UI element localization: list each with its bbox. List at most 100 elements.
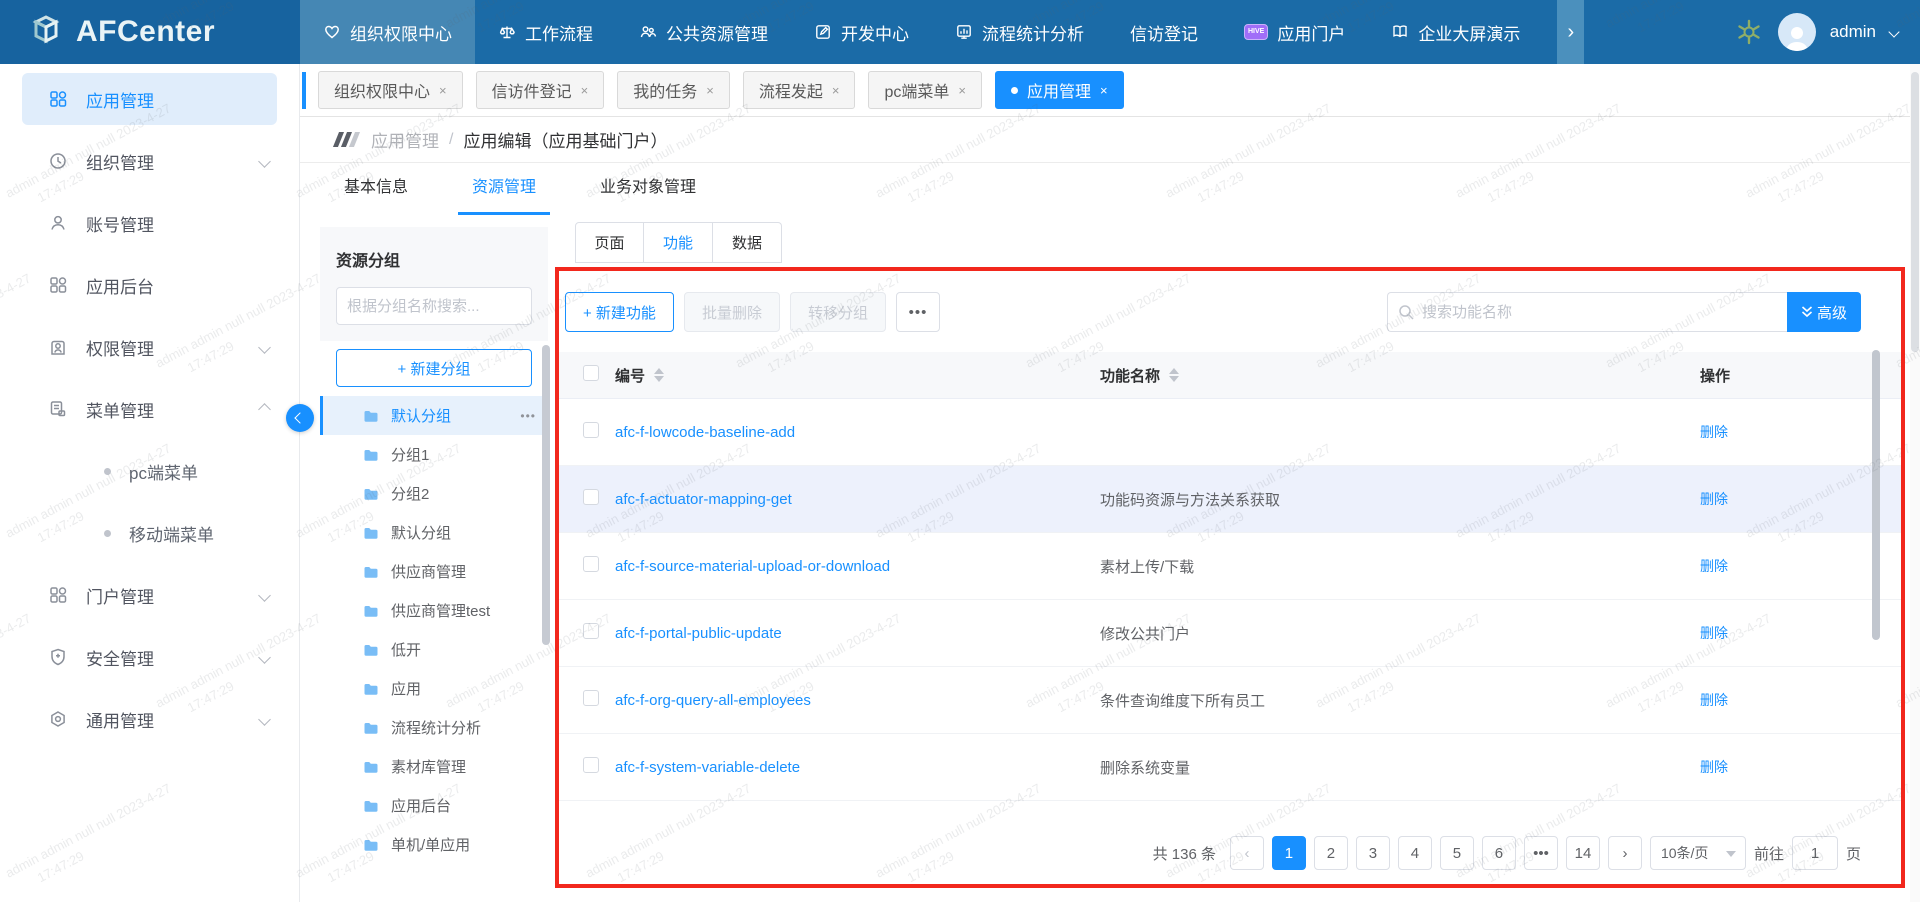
sidebar-item-org-management[interactable]: 组织管理 [0,135,299,187]
batch-delete-button[interactable]: 批量删除 [684,292,780,332]
tab-pc-menu[interactable]: pc端菜单× [868,71,982,109]
function-code-link[interactable]: afc-f-source-material-upload-or-download [615,558,890,575]
group-list-item[interactable]: 应用后台 ••• [320,786,548,825]
user-avatar[interactable] [1778,13,1816,51]
advanced-search-button[interactable]: 高级 [1787,292,1861,332]
delete-link[interactable]: 删除 [1700,625,1728,641]
sidebar-item-mobile-menu[interactable]: 移动端菜单 [0,507,299,559]
tab-pages[interactable]: 页面 [575,222,644,263]
page-number-button[interactable]: ••• [1524,836,1558,870]
row-checkbox[interactable] [583,757,599,773]
function-search-input[interactable] [1387,292,1787,332]
sidebar-collapse-button[interactable] [286,404,314,432]
sidebar-item-account-management[interactable]: 账号管理 [0,197,299,249]
tab-app-management-active[interactable]: 应用管理× [995,71,1124,109]
top-menu-workflow[interactable]: 工作流程 [475,0,616,64]
top-menu-app-portal[interactable]: HIVE 应用门户 [1221,0,1368,64]
close-icon[interactable]: × [581,83,589,98]
nav-expand-arrow[interactable]: › [1557,0,1584,64]
tab-data[interactable]: 数据 [713,222,782,263]
more-actions-button[interactable]: ••• [896,292,940,332]
group-list-item[interactable]: 分组1 ••• [320,435,548,474]
row-checkbox[interactable] [583,690,599,706]
group-list-item[interactable]: 默认分组 ••• [320,396,548,435]
function-code-link[interactable]: afc-f-lowcode-baseline-add [615,424,795,441]
top-menu-petition[interactable]: 信访登记 [1107,0,1221,64]
app-logo[interactable]: AFCenter [0,0,300,64]
function-code-link[interactable]: afc-f-system-variable-delete [615,759,800,776]
username-label[interactable]: admin [1830,22,1876,42]
group-list-item[interactable]: 供应商管理 ••• [320,552,548,591]
sidebar-item-permission-management[interactable]: 权限管理 [0,321,299,373]
next-page-button[interactable]: › [1608,836,1642,870]
sidebar-item-general-management[interactable]: 通用管理 [0,693,299,745]
new-function-button[interactable]: + 新建功能 [565,292,674,332]
new-group-button[interactable]: + 新建分组 [336,349,532,387]
group-list-item[interactable]: 素材库管理 ••• [320,747,548,786]
top-menu-big-screen[interactable]: 企业大屏演示 [1368,0,1543,64]
page-number-button[interactable]: 4 [1398,836,1432,870]
breadcrumb-section[interactable]: 应用管理 [371,127,439,152]
jump-page-input[interactable] [1792,836,1838,870]
group-list-item[interactable]: 分组2 ••• [320,474,548,513]
tab-functions[interactable]: 功能 [644,222,713,263]
close-icon[interactable]: × [439,83,447,98]
group-list-item[interactable]: 流程统计分析 ••• [320,708,548,747]
select-all-checkbox[interactable] [583,365,599,381]
close-icon[interactable]: × [958,83,966,98]
row-checkbox[interactable] [583,623,599,639]
transfer-group-button[interactable]: 转移分组 [790,292,886,332]
tab-org-permission[interactable]: 组织权限中心× [318,71,463,109]
prev-page-button[interactable]: ‹ [1230,836,1264,870]
table-scrollbar-thumb[interactable] [1872,350,1880,640]
group-list-item[interactable]: 默认分组 ••• [320,513,548,552]
close-icon[interactable]: × [832,83,840,98]
delete-link[interactable]: 删除 [1700,759,1728,775]
sort-icon[interactable] [654,368,664,382]
row-checkbox[interactable] [583,556,599,572]
top-menu-dev-center[interactable]: 开发中心 [791,0,932,64]
group-list-item[interactable]: 单机/单应用 ••• [320,825,548,864]
function-code-link[interactable]: afc-f-org-query-all-employees [615,692,811,709]
tab-petition-register[interactable]: 信访件登记× [476,71,605,109]
tab-my-tasks[interactable]: 我的任务× [617,71,730,109]
top-menu-process-stats[interactable]: 流程统计分析 [932,0,1107,64]
sort-icon[interactable] [1169,368,1179,382]
page-scrollbar[interactable] [1910,64,1920,902]
page-number-button[interactable]: 5 [1440,836,1474,870]
group-more-icon[interactable]: ••• [520,409,536,423]
delete-link[interactable]: 删除 [1700,491,1728,507]
group-list-item[interactable]: 低开 ••• [320,630,548,669]
sidebar-item-app-management[interactable]: 应用管理 [22,73,277,125]
top-menu-public-resource[interactable]: 公共资源管理 [616,0,791,64]
sidebar-item-menu-management[interactable]: 菜单管理 [0,383,299,435]
page-number-button[interactable]: 14 [1566,836,1600,870]
sidebar-item-app-backend[interactable]: 应用后台 [0,259,299,311]
page-size-select[interactable]: 10条/页 [1650,836,1746,870]
tab-process-start[interactable]: 流程发起× [743,71,856,109]
close-icon[interactable]: × [1100,83,1108,98]
row-checkbox[interactable] [583,422,599,438]
page-number-button[interactable]: 3 [1356,836,1390,870]
delete-link[interactable]: 删除 [1700,424,1728,440]
group-list-item[interactable]: 应用 ••• [320,669,548,708]
close-icon[interactable]: × [706,83,714,98]
group-list-item[interactable]: 供应商管理test ••• [320,591,548,630]
tab-business-object[interactable]: 业务对象管理 [586,173,710,215]
group-search-input[interactable] [336,287,532,325]
page-number-button[interactable]: 6 [1482,836,1516,870]
delete-link[interactable]: 删除 [1700,692,1728,708]
sidebar-item-pc-menu[interactable]: pc端菜单 [0,445,299,497]
row-checkbox[interactable] [583,489,599,505]
page-number-button[interactable]: 2 [1314,836,1348,870]
sidebar-item-portal-management[interactable]: 门户管理 [0,569,299,621]
tab-basic-info[interactable]: 基本信息 [330,173,422,215]
function-code-link[interactable]: afc-f-portal-public-update [615,625,782,642]
ai-assistant-icon[interactable] [1734,17,1764,47]
function-code-link[interactable]: afc-f-actuator-mapping-get [615,491,792,508]
delete-link[interactable]: 删除 [1700,558,1728,574]
user-menu-chevron-icon[interactable] [1888,26,1899,37]
tab-resource-management[interactable]: 资源管理 [458,173,550,215]
sidebar-item-security-management[interactable]: 安全管理 [0,631,299,683]
page-number-button[interactable]: 1 [1272,836,1306,870]
